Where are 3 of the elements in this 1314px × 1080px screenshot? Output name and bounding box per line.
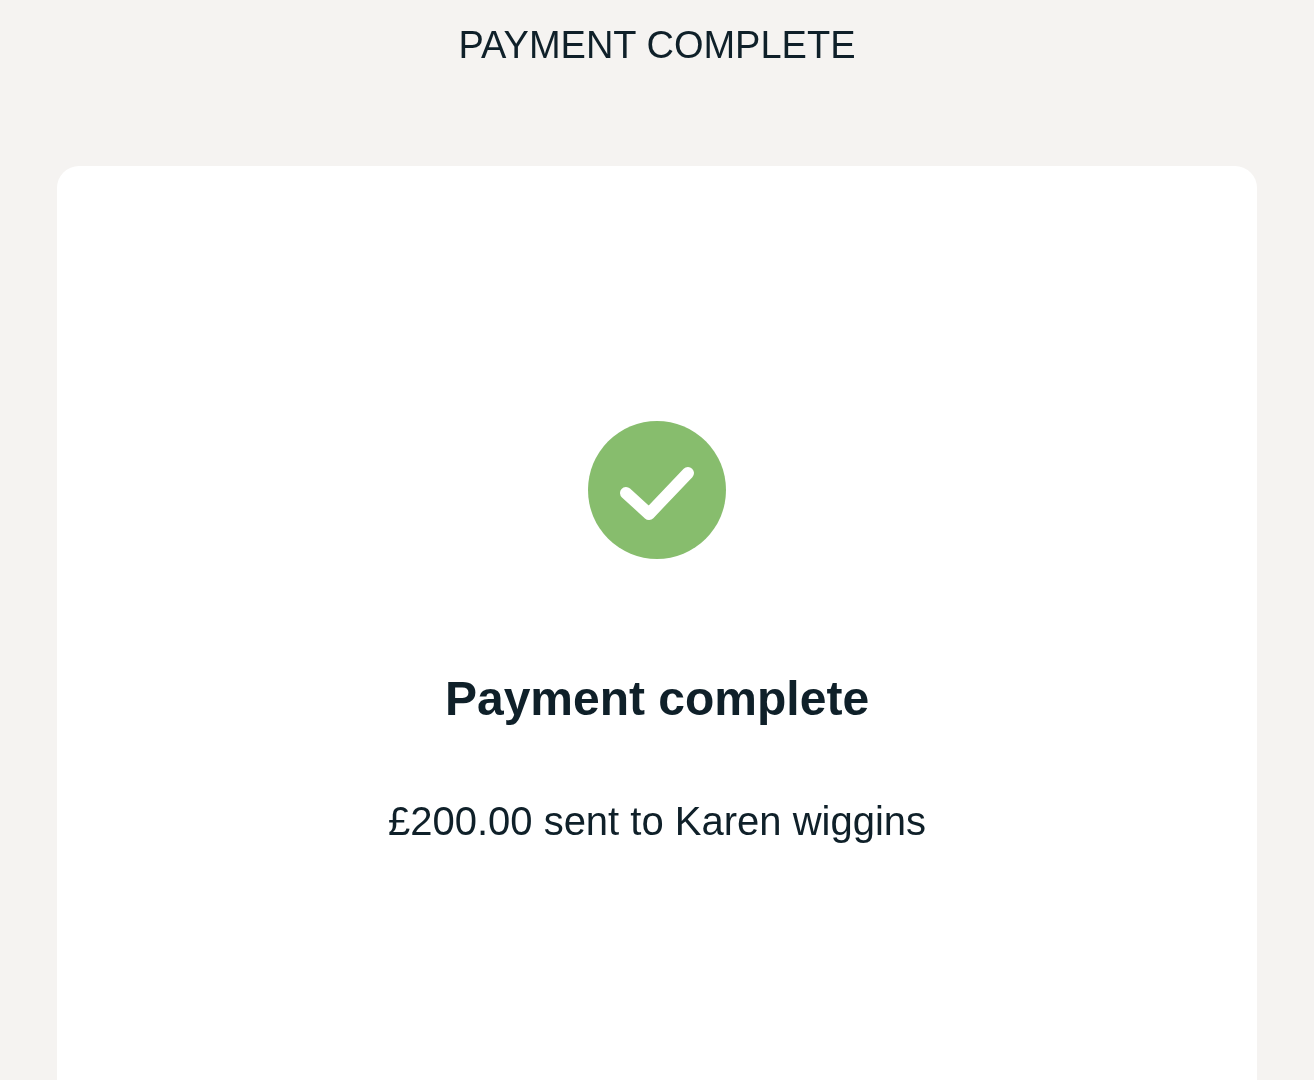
result-message: £200.00 sent to Karen wiggins (387, 798, 927, 845)
page-title: PAYMENT COMPLETE (458, 23, 856, 68)
result-title: Payment complete (444, 671, 870, 727)
